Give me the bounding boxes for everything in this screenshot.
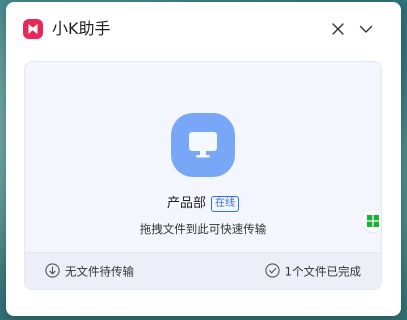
device-avatar[interactable] — [171, 113, 381, 232]
arrow-down-circle-icon — [45, 263, 60, 278]
status-badge: 在线 — [211, 196, 239, 212]
monitor-icon — [189, 132, 217, 158]
device-name: 产品部 — [166, 196, 206, 211]
title-bar[interactable]: 小K助手 — [6, 2, 401, 56]
pending-label: 无文件待传输 — [65, 264, 134, 279]
close-button[interactable] — [327, 18, 349, 40]
completed-label: 1个文件已完成 — [284, 264, 361, 279]
ks-logo-icon — [23, 19, 43, 39]
app-title: 小K助手 — [52, 19, 111, 38]
collapse-button[interactable] — [355, 18, 377, 40]
transfer-status-bar: 无文件待传输 1个文件已完成 — [25, 252, 381, 289]
pending-transfers[interactable]: 无文件待传输 — [45, 262, 134, 280]
file-drop-zone[interactable]: 产品部 在线 拖拽文件到此可快速传输 无文件待传输 1个文件已完成 — [24, 61, 382, 290]
drop-hint: 拖拽文件到此可快速传输 — [139, 222, 267, 236]
chevron-down-icon — [359, 25, 373, 33]
device-info: 产品部 在线 — [25, 195, 381, 215]
assistant-window: 小K助手 产品部 在线 拖拽文件到此可快速传输 无文件待传输 1个文件已完成 — [6, 2, 401, 316]
close-icon — [332, 23, 344, 35]
check-circle-icon — [265, 263, 280, 278]
completed-transfers[interactable]: 1个文件已完成 — [265, 262, 361, 280]
